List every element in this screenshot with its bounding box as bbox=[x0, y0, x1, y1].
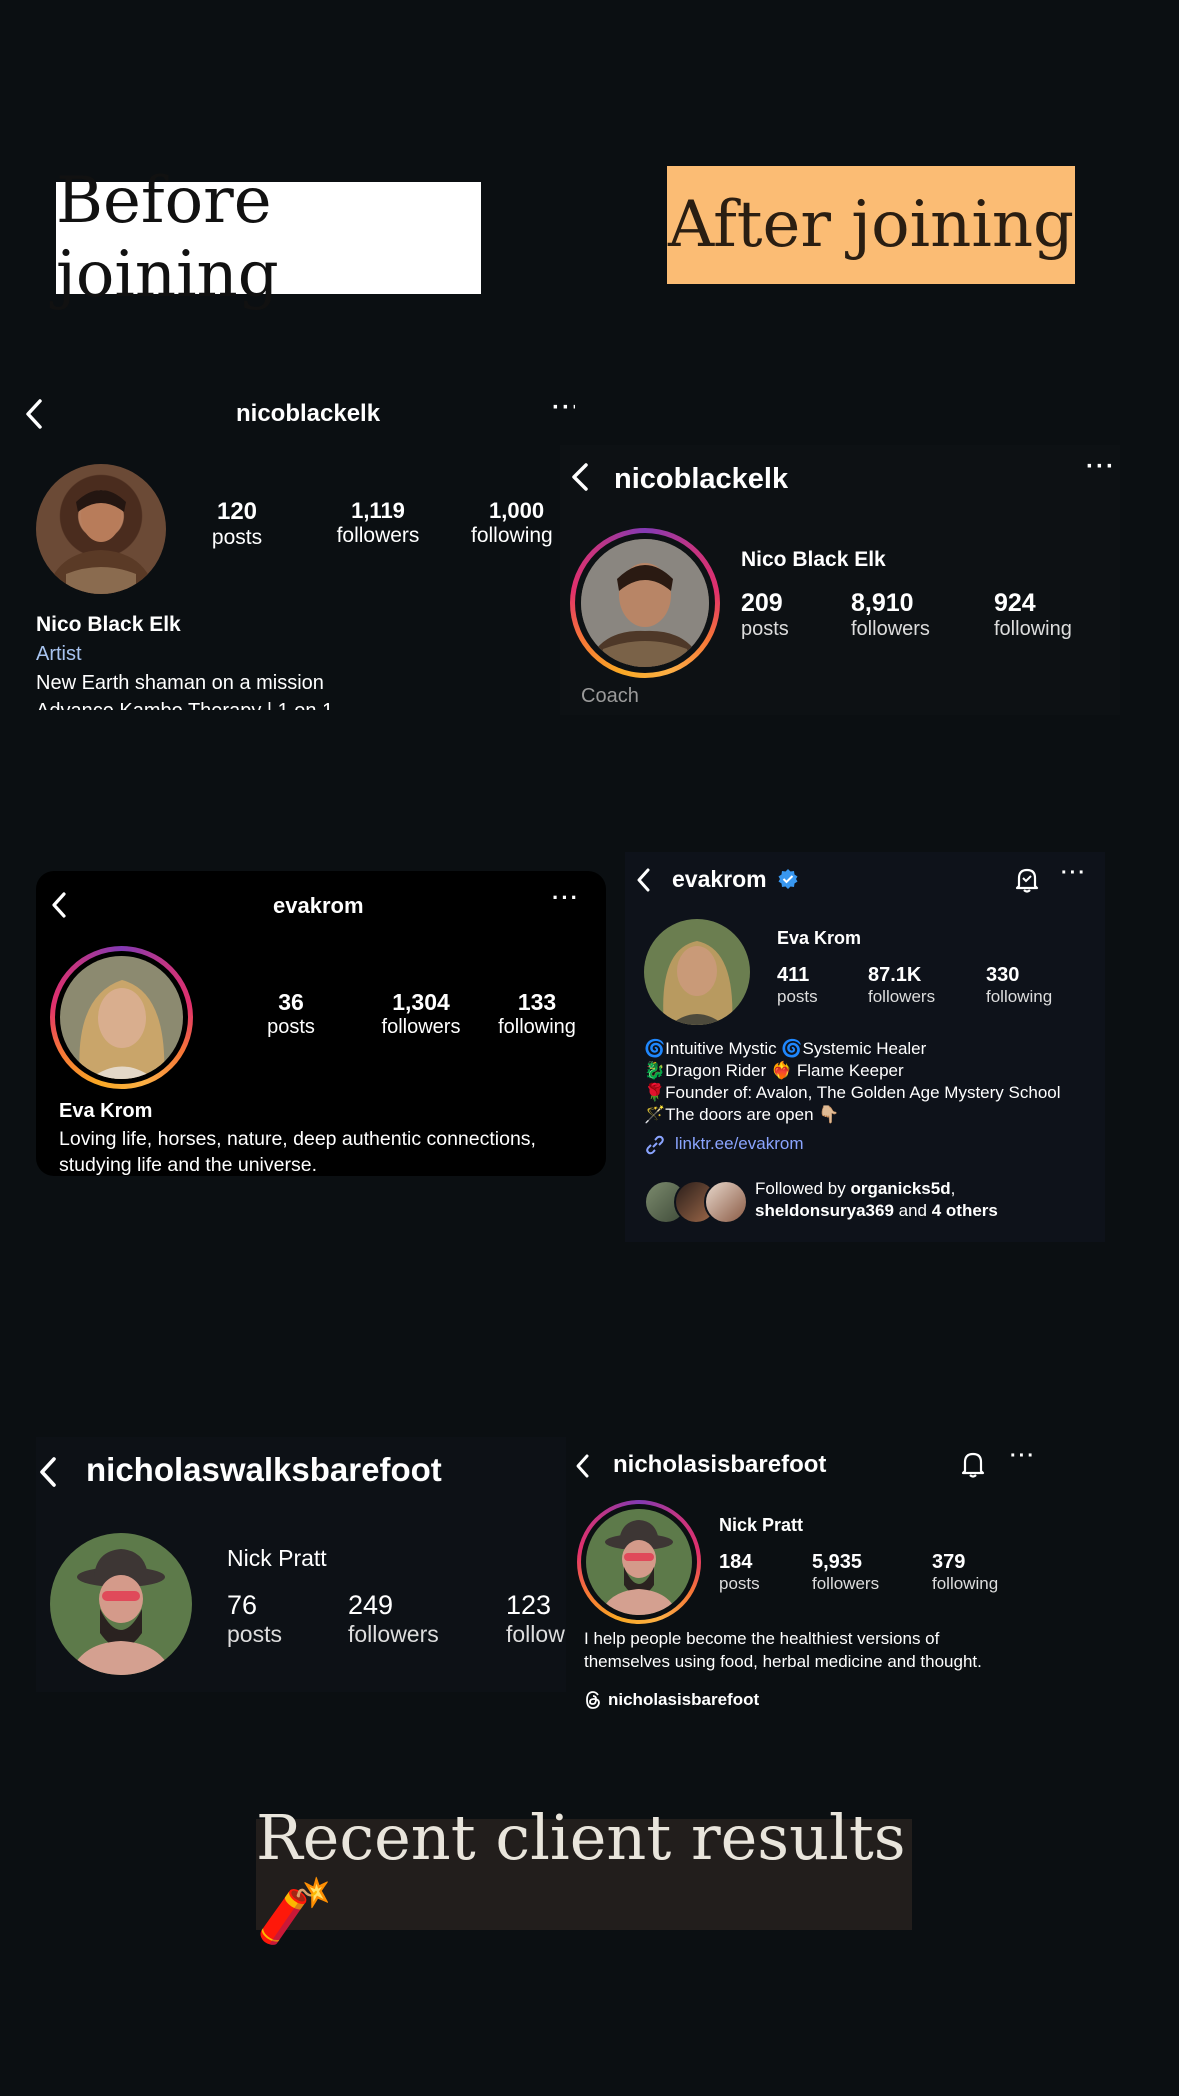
avatar-portrait-icon bbox=[581, 539, 709, 667]
followers-count[interactable]: 5,935 followers bbox=[812, 1551, 879, 1594]
profile-bio-line-1: New Earth shaman on a mission bbox=[36, 672, 324, 694]
avatar-portrait-icon bbox=[46, 490, 156, 594]
story-ring[interactable] bbox=[577, 1500, 701, 1624]
followers-count[interactable]: 249 followers bbox=[348, 1590, 439, 1648]
story-ring[interactable] bbox=[50, 946, 193, 1089]
posts-count[interactable]: 36 posts bbox=[256, 989, 326, 1039]
more-options-icon[interactable]: ··· bbox=[552, 394, 575, 422]
more-options-icon[interactable]: ··· bbox=[1086, 453, 1116, 481]
profile-category: Artist bbox=[36, 643, 82, 665]
profile-display-name: Nick Pratt bbox=[719, 1515, 804, 1535]
profile-bio-line-1: 🌀Intuitive Mystic 🌀Systemic Healer bbox=[644, 1039, 927, 1058]
profile-bio-line-2: studying life and the universe. bbox=[59, 1154, 317, 1176]
following-count[interactable]: 330 following bbox=[986, 964, 1052, 1007]
following-count[interactable]: 123 following bbox=[506, 1590, 566, 1648]
posts-count[interactable]: 209 posts bbox=[741, 589, 789, 641]
link-icon bbox=[646, 1135, 664, 1155]
follower-avatar-3 bbox=[704, 1180, 748, 1224]
followed-by-text: Followed by organicks5d, sheldonsurya369… bbox=[755, 1179, 998, 1220]
profile-bio-line-2: themselves using food, herbal medicine a… bbox=[584, 1652, 982, 1671]
following-count[interactable]: 924 following bbox=[994, 589, 1072, 641]
profile-username: nicoblackelk bbox=[236, 400, 381, 427]
back-arrow-icon[interactable] bbox=[50, 891, 68, 919]
following-count[interactable]: 379 following bbox=[932, 1551, 998, 1594]
avatar-portrait-icon bbox=[60, 956, 183, 1079]
profile-avatar[interactable] bbox=[50, 1533, 192, 1675]
profile-card-evakrom-before: evakrom ··· 36 posts 1,304 followers 133… bbox=[36, 871, 606, 1176]
profile-card-nicoblackelk-after: nicoblackelk ··· Nico Black Elk 209 post… bbox=[560, 445, 1120, 715]
profile-bio-line-1: Loving life, horses, nature, deep authen… bbox=[59, 1128, 536, 1150]
before-joining-text: Before joining bbox=[56, 164, 279, 312]
followers-count[interactable]: 1,119 followers bbox=[326, 498, 430, 548]
profile-display-name: Nico Black Elk bbox=[741, 548, 886, 571]
recent-client-results-label: Recent client results🧨 bbox=[256, 1801, 912, 1947]
more-options-icon[interactable]: ··· bbox=[1010, 1445, 1036, 1468]
profile-username: nicholaswalksbarefoot bbox=[86, 1451, 442, 1488]
profile-card-nicholaswalksbarefoot-before: nicholaswalksbarefoot Nick Pratt 76 post… bbox=[36, 1437, 566, 1692]
back-arrow-icon[interactable] bbox=[24, 398, 44, 430]
followed-by-user-2[interactable]: sheldonsurya369 bbox=[755, 1201, 894, 1220]
profile-display-name: Nick Pratt bbox=[227, 1545, 327, 1571]
profile-username: evakrom bbox=[672, 866, 767, 892]
avatar-portrait-icon bbox=[644, 919, 750, 1025]
recent-client-results-text: Recent client results🧨 bbox=[256, 1801, 906, 1947]
posts-count[interactable]: 184 posts bbox=[719, 1551, 760, 1594]
profile-avatar bbox=[586, 1509, 692, 1615]
back-arrow-icon[interactable] bbox=[635, 867, 651, 893]
notification-bell-icon[interactable] bbox=[1014, 866, 1040, 894]
profile-bio-line-2: 🐉Dragon Rider ❤️‍🔥 Flame Keeper bbox=[644, 1061, 904, 1080]
following-count[interactable]: 133 following bbox=[482, 989, 592, 1039]
avatar-portrait-icon bbox=[50, 1533, 192, 1675]
posts-count[interactable]: 411 posts bbox=[777, 964, 818, 1007]
back-arrow-icon[interactable] bbox=[38, 1455, 58, 1489]
profile-display-name: Eva Krom bbox=[777, 928, 862, 948]
profile-link[interactable]: linktr.ee/evakrom bbox=[675, 1134, 804, 1154]
profile-display-name: Eva Krom bbox=[59, 1100, 153, 1122]
verified-badge-icon bbox=[778, 869, 798, 889]
avatar-portrait-icon bbox=[586, 1509, 692, 1615]
profile-bio-line-3: 🌹Founder of: Avalon, The Golden Age Myst… bbox=[644, 1083, 1061, 1102]
profile-bio-line-2: Advance Kambo Therapy | 1 on 1 bbox=[36, 700, 333, 710]
before-joining-label: Before joining bbox=[56, 164, 481, 312]
back-arrow-icon[interactable] bbox=[574, 1453, 590, 1479]
story-ring[interactable] bbox=[570, 528, 720, 678]
profile-avatar[interactable] bbox=[644, 919, 750, 1025]
after-joining-label: After joining bbox=[667, 166, 1075, 284]
more-options-icon[interactable]: ··· bbox=[552, 885, 580, 911]
followed-by-others[interactable]: 4 others bbox=[932, 1201, 998, 1220]
profile-username: nicoblackelk bbox=[614, 463, 789, 495]
followers-count[interactable]: 1,304 followers bbox=[366, 989, 476, 1039]
profile-bio-line-4: 🪄The doors are open 👇🏼 bbox=[644, 1105, 840, 1124]
profile-avatar bbox=[60, 956, 183, 1079]
notification-bell-icon[interactable] bbox=[960, 1450, 986, 1480]
profile-card-evakrom-after: evakrom ··· Eva Krom 411 posts 87.1K fol… bbox=[625, 852, 1105, 1242]
profile-username: nicholasisbarefoot bbox=[613, 1451, 827, 1478]
profile-card-nicholasisbarefoot-after: nicholasisbarefoot ··· Nick Pratt 184 po… bbox=[570, 1445, 1100, 1725]
profile-username: evakrom bbox=[273, 893, 364, 918]
threads-handle[interactable]: nicholasisbarefoot bbox=[608, 1690, 759, 1710]
profile-avatar[interactable] bbox=[36, 464, 166, 594]
profile-category: Coach bbox=[581, 685, 639, 707]
after-joining-text: After joining bbox=[667, 188, 1075, 262]
followers-count[interactable]: 8,910 followers bbox=[851, 589, 930, 641]
posts-count[interactable]: 120 posts bbox=[200, 498, 274, 550]
followed-by-user-1[interactable]: organicks5d bbox=[850, 1179, 950, 1198]
back-arrow-icon[interactable] bbox=[570, 462, 590, 492]
posts-count[interactable]: 76 posts bbox=[227, 1590, 282, 1648]
profile-bio-line-1: I help people become the healthiest vers… bbox=[584, 1629, 940, 1648]
threads-icon bbox=[586, 1691, 600, 1709]
followers-count[interactable]: 87.1K followers bbox=[868, 964, 935, 1007]
profile-avatar bbox=[581, 539, 709, 667]
more-options-icon[interactable]: ··· bbox=[1061, 862, 1087, 885]
profile-card-nicoblackelk-before: nicoblackelk ··· 120 posts 1,119 followe… bbox=[0, 380, 575, 710]
profile-display-name: Nico Black Elk bbox=[36, 613, 181, 636]
